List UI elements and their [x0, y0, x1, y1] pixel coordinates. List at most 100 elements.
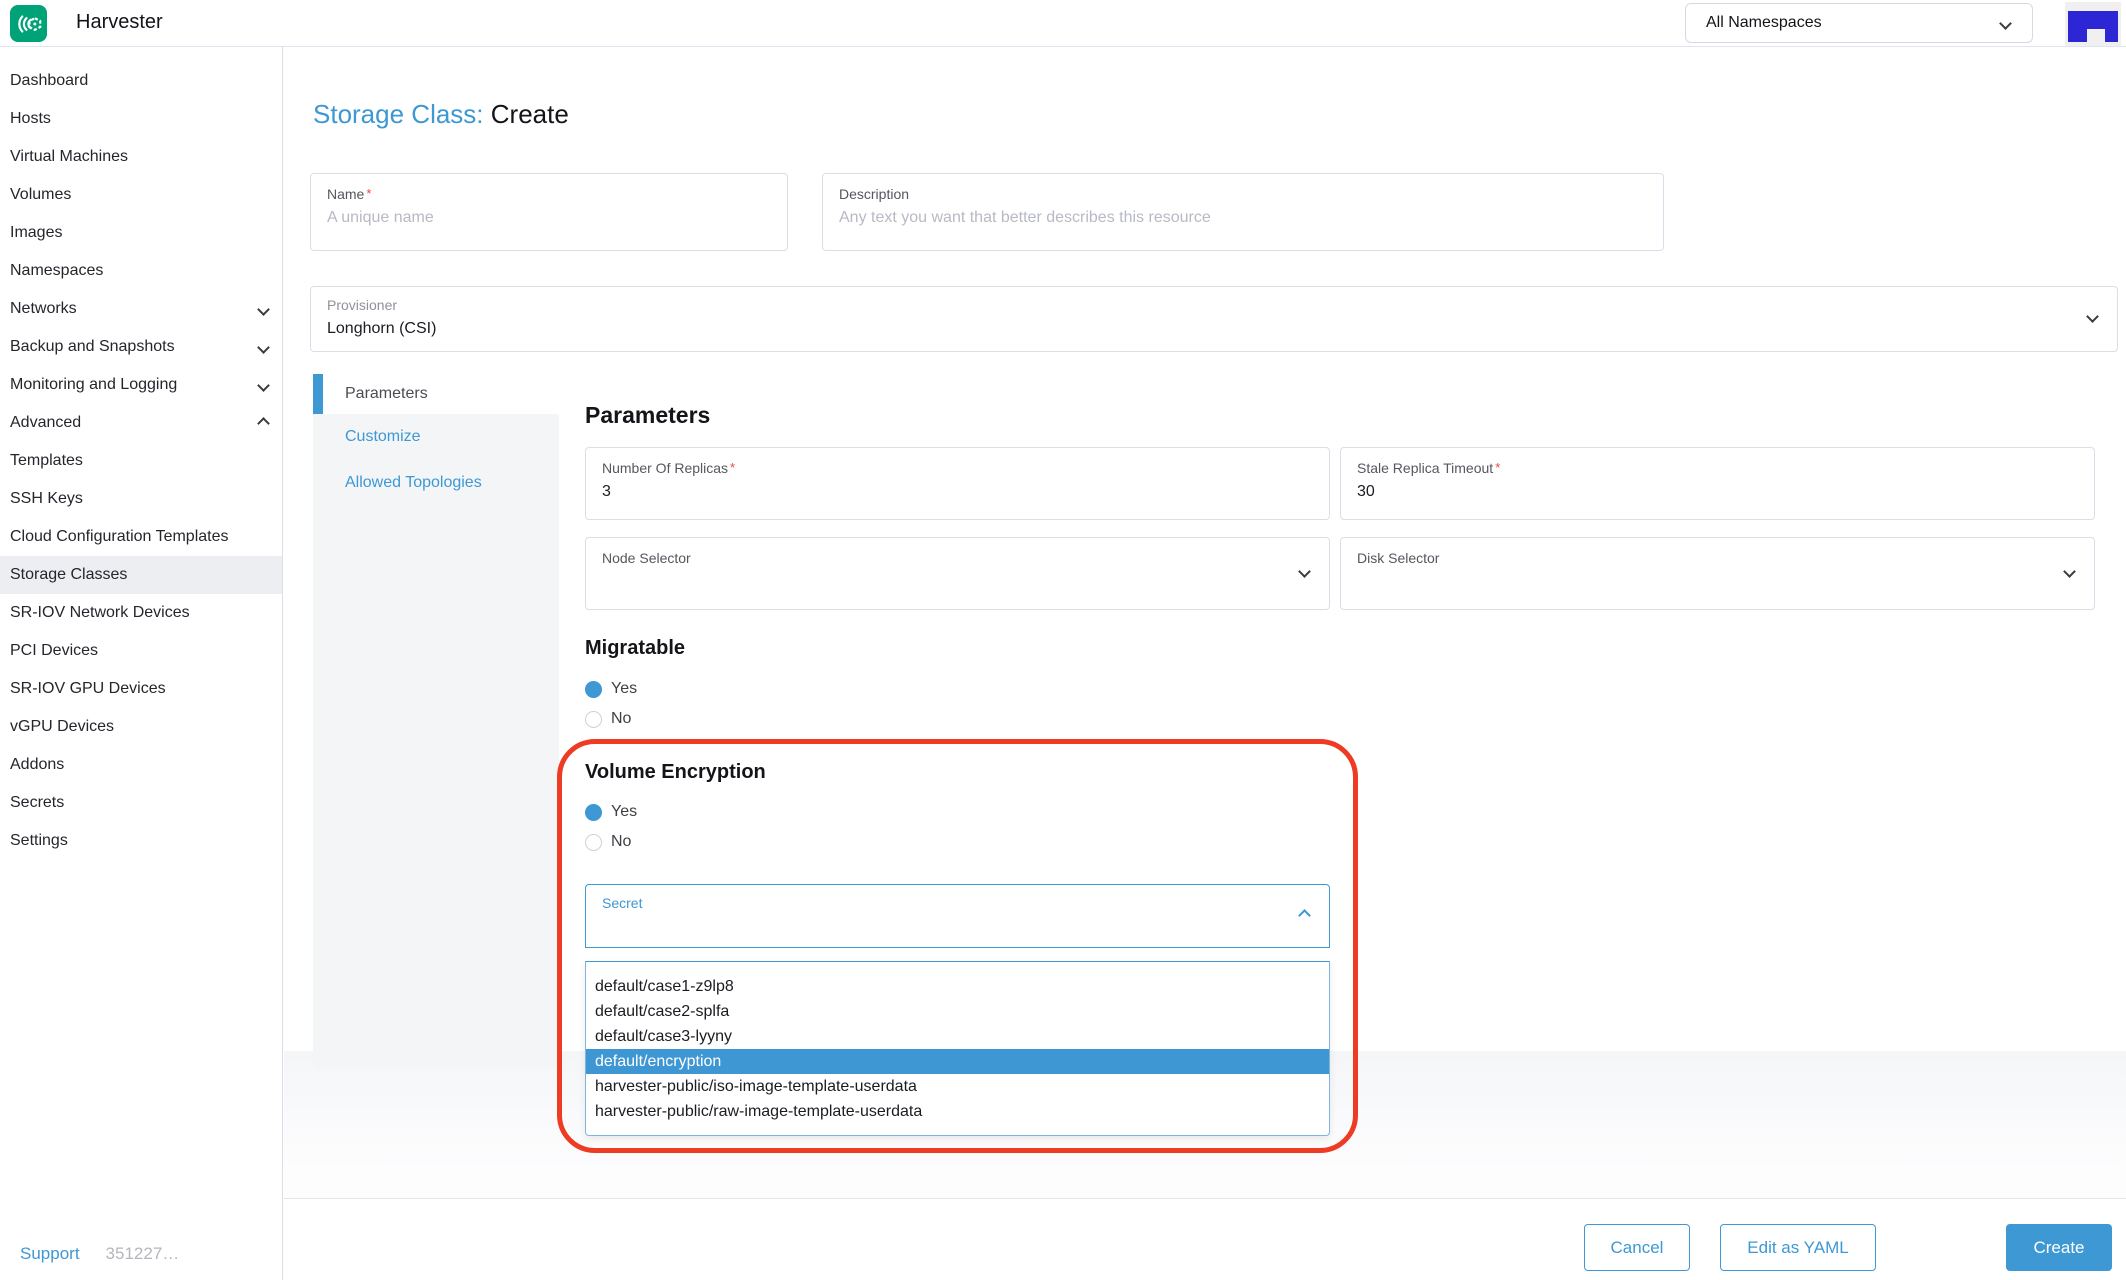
stale-replica-timeout-input[interactable]	[1357, 483, 2078, 501]
sidebar-item-settings[interactable]: Settings	[0, 822, 282, 860]
tab-parameters[interactable]: Parameters	[313, 374, 559, 414]
sidebar-item-pci-devices[interactable]: PCI Devices	[0, 632, 282, 670]
avatar-identicon-notch	[2087, 29, 2105, 42]
sidebar-item-backup-and-snapshots[interactable]: Backup and Snapshots	[0, 328, 282, 366]
sidebar-item-addons[interactable]: Addons	[0, 746, 282, 784]
disk-selector-select[interactable]: Disk Selector	[1340, 537, 2095, 610]
sidebar-item-label: Secrets	[10, 794, 268, 812]
disk-selector-label: Disk Selector	[1357, 550, 2078, 566]
sidebar-item-label: Settings	[10, 832, 268, 850]
user-avatar[interactable]	[2065, 2, 2121, 46]
description-field-box: Description	[822, 173, 1664, 251]
chevron-up-icon	[257, 417, 270, 430]
name-input[interactable]	[327, 209, 771, 227]
form-tabs: Parameters Customize Allowed Topologies	[313, 374, 559, 1069]
chevron-down-icon	[2063, 565, 2076, 578]
harvester-logo-icon[interactable]	[10, 5, 47, 42]
secret-option[interactable]: harvester-public/iso-image-template-user…	[586, 1074, 1329, 1099]
description-field-label: Description	[839, 186, 1647, 202]
harvester-logo-glyph	[14, 9, 44, 39]
page-title: Storage Class: Create	[313, 99, 569, 130]
sidebar-item-volumes[interactable]: Volumes	[0, 176, 282, 214]
description-input[interactable]	[839, 209, 1647, 227]
sidebar-item-label: Templates	[10, 452, 268, 470]
avatar-identicon	[2068, 11, 2118, 42]
number-of-replicas-input[interactable]	[602, 483, 1313, 501]
page-title-resource: Storage Class:	[313, 99, 484, 129]
namespace-selector-value: All Namespaces	[1706, 14, 1822, 32]
secret-option[interactable]: harvester-public/raw-image-template-user…	[586, 1099, 1329, 1124]
version-label: 351227…	[106, 1244, 180, 1264]
migratable-heading: Migratable	[585, 637, 685, 660]
support-link[interactable]: Support	[20, 1244, 80, 1264]
radio-label: No	[611, 833, 631, 851]
sidebar-item-storage-classes[interactable]: Storage Classes	[0, 556, 282, 594]
create-button[interactable]: Create	[2006, 1224, 2112, 1271]
chevron-down-icon	[1298, 565, 1311, 578]
tab-allowed-topologies[interactable]: Allowed Topologies	[313, 460, 559, 506]
tab-label: Customize	[345, 428, 421, 446]
radio-unselected-icon	[585, 834, 602, 851]
node-selector-select[interactable]: Node Selector	[585, 537, 1330, 610]
cancel-button[interactable]: Cancel	[1584, 1224, 1690, 1271]
sidebar-item-secrets[interactable]: Secrets	[0, 784, 282, 822]
sidebar-item-vgpu-devices[interactable]: vGPU Devices	[0, 708, 282, 746]
tab-customize[interactable]: Customize	[313, 414, 559, 460]
sidebar-item-images[interactable]: Images	[0, 214, 282, 252]
provisioner-label: Provisioner	[327, 297, 2101, 313]
namespace-selector[interactable]: All Namespaces	[1685, 3, 2033, 43]
sidebar-item-label: Dashboard	[10, 72, 268, 90]
sidebar-item-label: Volumes	[10, 186, 268, 204]
stale-replica-timeout-box: Stale Replica Timeout*	[1340, 447, 2095, 520]
secret-option-selected[interactable]: default/encryption	[586, 1049, 1329, 1074]
chevron-down-icon	[257, 341, 270, 354]
volume-encryption-radio-yes[interactable]: Yes	[585, 803, 637, 821]
sidebar-item-label: Storage Classes	[10, 566, 268, 584]
secret-select-label: Secret	[602, 895, 1313, 911]
tab-label: Allowed Topologies	[345, 474, 482, 492]
secret-select[interactable]: Secret	[585, 884, 1330, 948]
sidebar-list: Dashboard Hosts Virtual Machines Volumes…	[0, 47, 282, 860]
name-field-box: Name*	[310, 173, 788, 251]
sidebar-item-label: Advanced	[10, 414, 259, 432]
sidebar-item-hosts[interactable]: Hosts	[0, 100, 282, 138]
volume-encryption-radio-no[interactable]: No	[585, 833, 631, 851]
edit-as-yaml-button[interactable]: Edit as YAML	[1720, 1224, 1876, 1271]
secret-option[interactable]: default/case1-z9lp8	[586, 974, 1329, 999]
sidebar-item-label: Backup and Snapshots	[10, 338, 259, 356]
chevron-up-icon	[1298, 909, 1311, 922]
sidebar-item-sriov-network-devices[interactable]: SR-IOV Network Devices	[0, 594, 282, 632]
sidebar-nav: Dashboard Hosts Virtual Machines Volumes…	[0, 47, 283, 1280]
sidebar-item-virtual-machines[interactable]: Virtual Machines	[0, 138, 282, 176]
radio-selected-icon	[585, 804, 602, 821]
sidebar-item-ssh-keys[interactable]: SSH Keys	[0, 480, 282, 518]
sidebar-item-namespaces[interactable]: Namespaces	[0, 252, 282, 290]
sidebar-item-advanced[interactable]: Advanced	[0, 404, 282, 442]
page-title-action: Create	[491, 99, 569, 129]
sidebar-item-monitoring-and-logging[interactable]: Monitoring and Logging	[0, 366, 282, 404]
number-of-replicas-label: Number Of Replicas*	[602, 460, 1313, 476]
secret-option[interactable]: default/case3-lyyny	[586, 1024, 1329, 1049]
secret-option[interactable]: default/case2-splfa	[586, 999, 1329, 1024]
radio-label: Yes	[611, 803, 637, 821]
sidebar-item-cloud-configuration-templates[interactable]: Cloud Configuration Templates	[0, 518, 282, 556]
sidebar-item-label: Addons	[10, 756, 268, 774]
provisioner-select[interactable]: Provisioner Longhorn (CSI)	[310, 286, 2118, 352]
sidebar-item-label: Networks	[10, 300, 259, 318]
sidebar-item-networks[interactable]: Networks	[0, 290, 282, 328]
action-footer: Cancel Edit as YAML Create	[284, 1198, 2126, 1280]
radio-label: No	[611, 710, 631, 728]
migratable-radio-no[interactable]: No	[585, 710, 631, 728]
provisioner-value: Longhorn (CSI)	[327, 320, 2101, 338]
node-selector-label: Node Selector	[602, 550, 1313, 566]
sidebar-item-templates[interactable]: Templates	[0, 442, 282, 480]
active-tab-indicator	[313, 374, 323, 414]
radio-label: Yes	[611, 680, 637, 698]
sidebar-item-label: SSH Keys	[10, 490, 268, 508]
migratable-radio-yes[interactable]: Yes	[585, 680, 637, 698]
name-field-label: Name*	[327, 186, 771, 202]
parameters-heading: Parameters	[585, 402, 710, 429]
number-of-replicas-box: Number Of Replicas*	[585, 447, 1330, 520]
sidebar-item-sriov-gpu-devices[interactable]: SR-IOV GPU Devices	[0, 670, 282, 708]
sidebar-item-dashboard[interactable]: Dashboard	[0, 62, 282, 100]
